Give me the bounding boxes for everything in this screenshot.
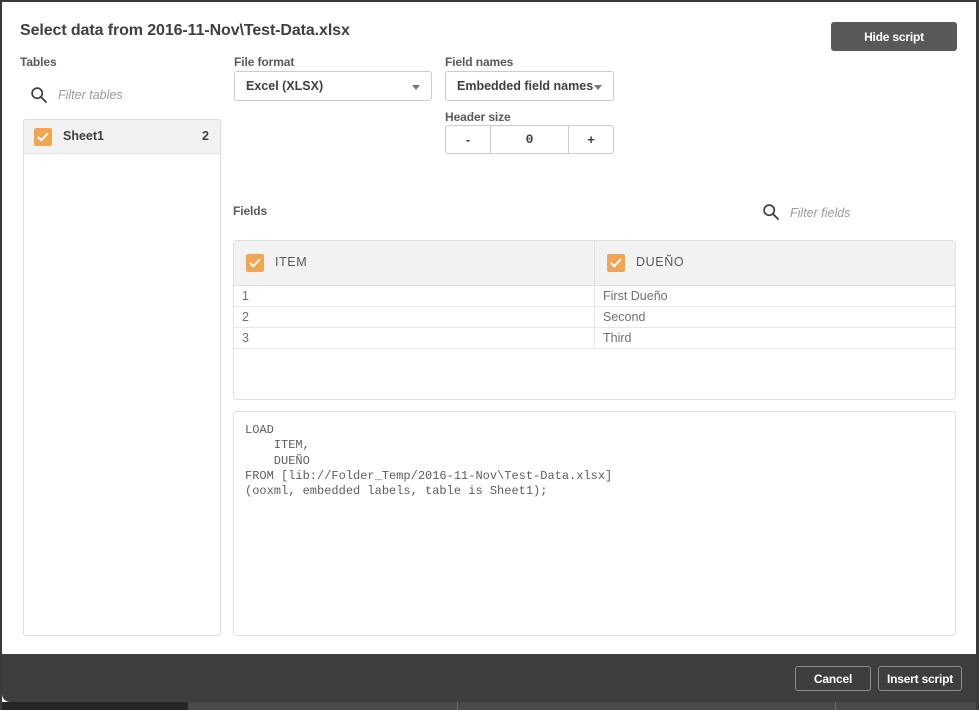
- header-size-increment-button[interactable]: +: [568, 126, 613, 153]
- field-column-label: DUEÑO: [636, 255, 685, 269]
- field-checkbox[interactable]: [607, 254, 625, 272]
- search-icon: [762, 203, 780, 221]
- table-cell: Third: [594, 328, 955, 348]
- chevron-down-icon: [412, 85, 420, 90]
- search-icon: [30, 86, 48, 104]
- table-cell: Second: [594, 307, 955, 327]
- header-size-stepper: - 0 +: [445, 125, 614, 154]
- table-cell: 1: [242, 289, 249, 303]
- tables-section-label: Tables: [20, 55, 57, 69]
- field-names-value: Embedded field names: [457, 79, 594, 93]
- os-taskbar-divider: [835, 702, 836, 710]
- header-size-decrement-button[interactable]: -: [446, 126, 491, 153]
- page-title: Select data from 2016-11-Nov\Test-Data.x…: [20, 22, 350, 39]
- file-format-value: Excel (XLSX): [246, 79, 324, 93]
- table-cell: 2: [242, 310, 249, 324]
- os-taskbar-left-segment: [2, 702, 188, 710]
- field-checkbox[interactable]: [246, 254, 264, 272]
- table-list-item-count: 2: [202, 129, 209, 143]
- fields-table-header: ITEM DUEÑO: [234, 241, 955, 286]
- generated-script-text: LOAD ITEM, DUEÑO FROM [lib://Folder_Temp…: [245, 423, 613, 499]
- application-window: Select data from 2016-11-Nov\Test-Data.x…: [0, 0, 979, 710]
- fields-section-label: Fields: [233, 204, 268, 218]
- table-list-item[interactable]: Sheet1 2: [24, 120, 220, 154]
- filter-fields-row: [762, 200, 962, 226]
- table-checkbox[interactable]: [34, 128, 52, 146]
- table-cell: 3: [242, 331, 249, 345]
- os-taskbar-strip: [2, 702, 976, 710]
- file-format-select[interactable]: Excel (XLSX): [234, 71, 432, 101]
- field-column-item[interactable]: ITEM: [234, 241, 594, 285]
- generated-script-panel[interactable]: LOAD ITEM, DUEÑO FROM [lib://Folder_Temp…: [233, 411, 956, 636]
- filter-tables-row: [20, 82, 220, 110]
- field-names-label: Field names: [445, 55, 514, 69]
- table-cell: First Dueño: [594, 286, 955, 306]
- field-column-label: ITEM: [275, 255, 308, 269]
- table-row: 3 Third: [234, 328, 955, 349]
- table-row: 1 First Dueño: [234, 286, 955, 307]
- chevron-down-icon: [594, 85, 602, 90]
- file-format-label: File format: [234, 55, 295, 69]
- hide-script-button[interactable]: Hide script: [831, 22, 957, 51]
- table-row: 2 Second: [234, 307, 955, 328]
- filter-tables-input[interactable]: [58, 85, 218, 105]
- insert-script-button[interactable]: Insert script: [878, 666, 962, 691]
- dialog-footer: Cancel Insert script: [2, 654, 976, 702]
- table-list-item-label: Sheet1: [63, 129, 104, 143]
- field-names-select[interactable]: Embedded field names: [445, 71, 614, 101]
- select-data-dialog: Select data from 2016-11-Nov\Test-Data.x…: [2, 2, 976, 654]
- header-size-value[interactable]: 0: [491, 126, 568, 153]
- os-taskbar-divider: [457, 702, 458, 710]
- cancel-button[interactable]: Cancel: [795, 666, 871, 691]
- tables-list-panel: Sheet1 2: [23, 119, 221, 636]
- header-size-label: Header size: [445, 110, 511, 124]
- field-column-dueno[interactable]: DUEÑO: [594, 241, 955, 285]
- fields-data-table: ITEM DUEÑO 1 First Dueño 2 Second 3 Thir…: [233, 240, 956, 400]
- filter-fields-input[interactable]: [790, 203, 955, 223]
